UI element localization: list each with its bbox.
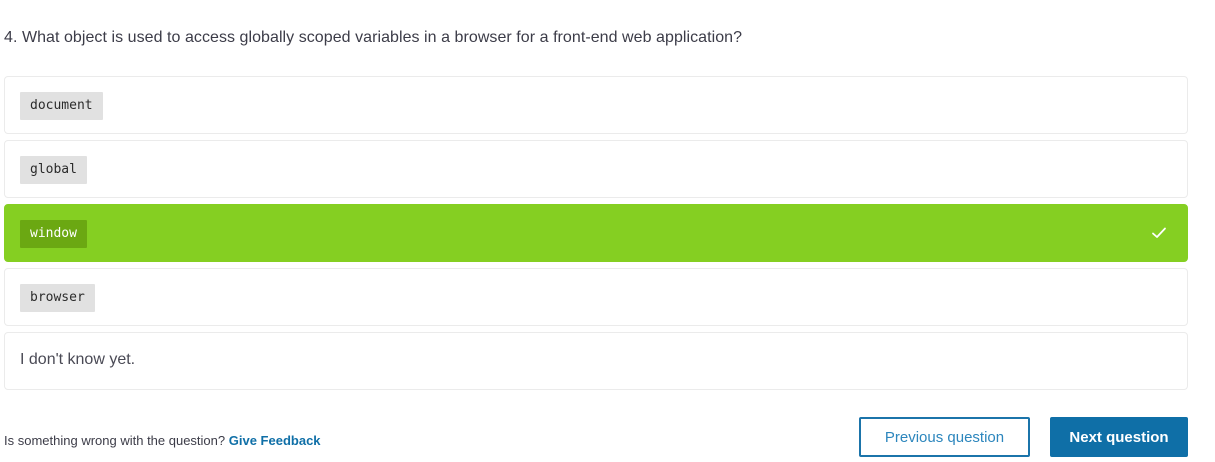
option-label: global (20, 156, 87, 184)
give-feedback-link[interactable]: Give Feedback (229, 433, 321, 448)
option-label: browser (20, 284, 95, 312)
answer-option-document[interactable]: document (4, 76, 1188, 134)
previous-question-button[interactable]: Previous question (859, 417, 1030, 457)
feedback-prompt-text: Is something wrong with the question? (4, 433, 226, 448)
check-icon (1152, 227, 1166, 238)
answer-options: document global window browser I don't k… (4, 76, 1188, 396)
feedback-prompt: Is something wrong with the question? Gi… (4, 433, 321, 448)
next-question-button[interactable]: Next question (1050, 417, 1188, 457)
option-label: I don't know yet. (20, 351, 136, 368)
question-text: 4. What object is used to access globall… (4, 29, 743, 46)
answer-option-browser[interactable]: browser (4, 268, 1188, 326)
answer-option-window[interactable]: window (4, 204, 1188, 262)
quiz-page: 4. What object is used to access globall… (0, 0, 1215, 462)
answer-option-global[interactable]: global (4, 140, 1188, 198)
option-label: window (20, 220, 87, 248)
option-label: document (20, 92, 103, 120)
answer-option-dont-know[interactable]: I don't know yet. (4, 332, 1188, 390)
